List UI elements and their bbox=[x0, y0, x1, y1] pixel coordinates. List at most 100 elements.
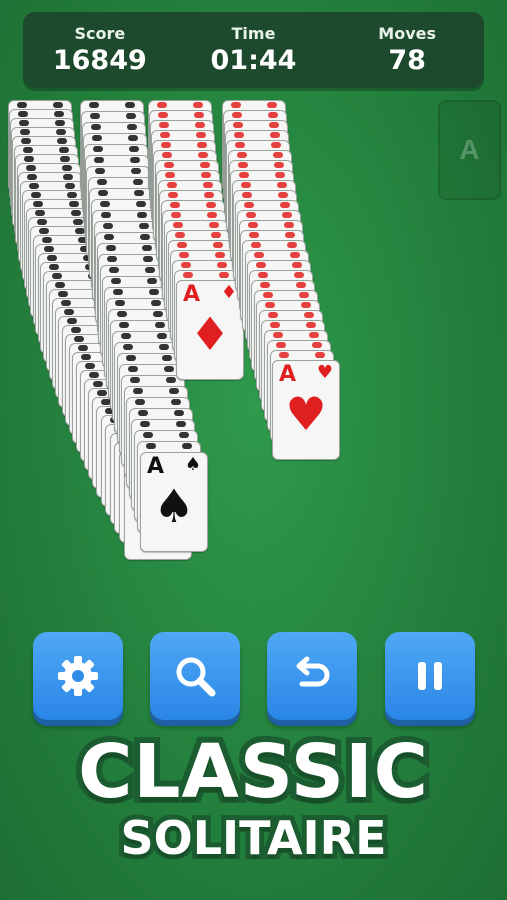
magnifier-icon bbox=[176, 657, 216, 697]
card-edge-mark bbox=[81, 354, 91, 360]
card-edge-mark bbox=[167, 182, 177, 188]
card-edge-mark bbox=[168, 192, 178, 198]
card-edge-mark bbox=[27, 174, 37, 180]
card-edge-mark bbox=[174, 410, 184, 416]
card-edge-mark bbox=[194, 112, 204, 118]
card-edge-mark bbox=[130, 377, 140, 383]
card-edge-mark bbox=[62, 165, 72, 171]
card-edge-mark bbox=[196, 132, 206, 138]
card-edge-mark bbox=[19, 120, 29, 126]
card-edge-mark bbox=[131, 168, 141, 174]
pause-button[interactable] bbox=[385, 632, 475, 720]
card-edge-mark bbox=[170, 202, 180, 208]
card-edge-mark bbox=[85, 363, 95, 369]
featured-card[interactable]: A ♦ ♦ bbox=[176, 280, 244, 380]
card-edge-mark bbox=[179, 432, 189, 438]
card-edge-mark bbox=[153, 311, 163, 317]
card-edge-mark bbox=[143, 256, 153, 262]
card-edge-mark bbox=[93, 146, 103, 152]
card-edge-mark bbox=[265, 302, 275, 308]
card-edge-mark bbox=[128, 135, 138, 141]
card-edge-mark bbox=[207, 212, 217, 218]
card-edge-mark bbox=[125, 102, 135, 108]
card-edge-mark bbox=[57, 138, 67, 144]
card-edge-mark bbox=[164, 162, 174, 168]
card-edge-mark bbox=[292, 262, 302, 268]
card-edge-mark bbox=[195, 122, 205, 128]
card-edge-mark bbox=[256, 262, 266, 268]
card-edge-mark bbox=[241, 182, 251, 188]
card-edge-mark bbox=[246, 212, 256, 218]
card-edge-mark bbox=[239, 172, 249, 178]
featured-card[interactable]: A ♠ ♠ bbox=[140, 452, 208, 552]
card-edge-mark bbox=[61, 300, 71, 306]
card-edge-mark bbox=[111, 278, 121, 284]
card-edge-mark bbox=[90, 113, 100, 119]
card-edge-mark bbox=[279, 352, 289, 358]
card-edge-mark bbox=[60, 156, 70, 162]
banner: CLASSIC SOLITAIRE bbox=[0, 729, 507, 866]
card-edge-mark bbox=[166, 377, 176, 383]
card-edge-mark bbox=[17, 102, 27, 108]
card-rank: A bbox=[279, 362, 297, 387]
card-edge-mark bbox=[151, 300, 161, 306]
card-edge-mark bbox=[219, 272, 229, 278]
card-edge-mark bbox=[278, 192, 288, 198]
card-suit-small: ♥ bbox=[316, 362, 333, 383]
card-edge-mark bbox=[274, 162, 284, 168]
card-edge-mark bbox=[237, 152, 247, 158]
card-edge-mark bbox=[238, 162, 248, 168]
card-rank: A bbox=[147, 454, 165, 479]
featured-card[interactable]: A ♥ ♥ bbox=[272, 360, 340, 460]
card-edge-mark bbox=[47, 255, 57, 261]
card-edge-mark bbox=[301, 302, 311, 308]
card-edge-mark bbox=[20, 129, 30, 135]
card-edge-mark bbox=[121, 333, 131, 339]
card-rank: A bbox=[183, 282, 201, 307]
hint-button[interactable] bbox=[150, 632, 240, 720]
card-edge-mark bbox=[273, 332, 283, 338]
card-edge-mark bbox=[260, 282, 270, 288]
card-edge-mark bbox=[94, 157, 104, 163]
card-edge-mark bbox=[268, 312, 278, 318]
card-edge-mark bbox=[155, 322, 165, 328]
card-edge-mark bbox=[137, 212, 147, 218]
card-edge-mark bbox=[119, 322, 129, 328]
card-suit-big: ♠ bbox=[153, 479, 195, 533]
card-edge-mark bbox=[176, 421, 186, 427]
card-edge-mark bbox=[56, 129, 66, 135]
card-edge-mark bbox=[71, 327, 81, 333]
card-edge-mark bbox=[182, 443, 192, 449]
card-edge-mark bbox=[290, 252, 300, 258]
card-edge-mark bbox=[146, 443, 156, 449]
card-edge-mark bbox=[304, 312, 314, 318]
undo-button[interactable] bbox=[267, 632, 357, 720]
card-edge-mark bbox=[213, 242, 223, 248]
card-edge-mark bbox=[149, 289, 159, 295]
card-edge-mark bbox=[145, 267, 155, 273]
card-edge-mark bbox=[244, 202, 254, 208]
card-edge-mark bbox=[242, 192, 252, 198]
card-edge-mark bbox=[63, 174, 73, 180]
card-edge-mark bbox=[273, 152, 283, 158]
card-edge-mark bbox=[276, 342, 286, 348]
card-edge-mark bbox=[31, 192, 41, 198]
card-edge-mark bbox=[93, 381, 103, 387]
card-edge-mark bbox=[294, 272, 304, 278]
card-edge-mark bbox=[315, 352, 325, 358]
settings-button[interactable] bbox=[33, 632, 123, 720]
card-edge-mark bbox=[271, 142, 281, 148]
card-suit-big: ♥ bbox=[285, 387, 327, 441]
card-edge-mark bbox=[263, 292, 273, 298]
card-edge-mark bbox=[49, 264, 59, 270]
card-edge-mark bbox=[269, 122, 279, 128]
card-edge-mark bbox=[92, 135, 102, 141]
card-edge-mark bbox=[181, 262, 191, 268]
card-edge-mark bbox=[235, 142, 245, 148]
card-edge-mark bbox=[23, 147, 33, 153]
card-edge-mark bbox=[309, 332, 319, 338]
card-edge-mark bbox=[200, 162, 210, 168]
card-edge-mark bbox=[232, 112, 242, 118]
card-edge-mark bbox=[147, 278, 157, 284]
card-edge-mark bbox=[74, 336, 84, 342]
